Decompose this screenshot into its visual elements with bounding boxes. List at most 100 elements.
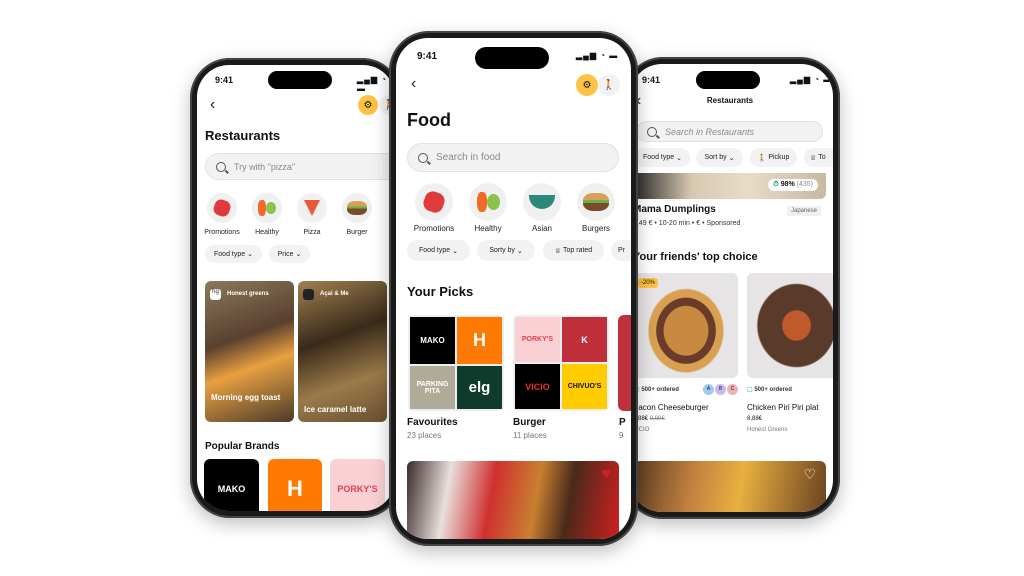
scooter-icon[interactable]: ⚙ xyxy=(358,95,378,115)
search-input[interactable]: Search in Restaurants xyxy=(636,121,823,142)
chip-sort-by[interactable]: Sorty by ⌄ xyxy=(477,240,535,261)
brand-tile: CHIVUO'S xyxy=(562,364,607,409)
pizza-icon[interactable] xyxy=(297,193,327,223)
category-label: Burgers xyxy=(581,224,610,233)
left-screen: 9:41 ▂▄▆ ◔ ▬ ‹ ⚙ 🚶 Restaurants Try with … xyxy=(197,65,395,511)
status-time: 9:41 xyxy=(417,51,438,62)
pick-title[interactable]: Favourites xyxy=(407,417,458,428)
status-time: 9:41 xyxy=(215,75,234,85)
chip-pickup[interactable]: 🚶 Pickup xyxy=(750,148,797,167)
heart-icon[interactable]: ♥ xyxy=(602,466,612,484)
search-icon xyxy=(647,126,657,137)
restaurant-banner[interactable]: ♡ xyxy=(634,461,826,512)
cuisine-tag: Japanese xyxy=(787,206,822,216)
chip-top-rated[interactable]: ♕ Top rated xyxy=(543,240,604,261)
pick-title[interactable]: Burger xyxy=(513,417,546,428)
avocado-juice-icon[interactable] xyxy=(469,183,507,221)
restaurant-image[interactable]: ⏱ 98% (435) xyxy=(634,173,826,199)
chip-top-rated[interactable]: ♕ To xyxy=(804,148,833,167)
chip-label: Top rated xyxy=(563,247,593,254)
status-time: 9:41 xyxy=(642,75,661,85)
item-store: Honest Greens xyxy=(747,427,788,433)
rating: 98% xyxy=(780,181,795,188)
chip-label: Food type xyxy=(214,250,246,258)
category-label: Promotions xyxy=(413,224,455,233)
avatar: B xyxy=(715,384,726,395)
pick-count: 9 xyxy=(619,431,624,440)
chip-label: Food type xyxy=(643,154,675,161)
card-title: Morning egg toast xyxy=(211,393,281,402)
search-placeholder: Search in Restaurants xyxy=(665,126,755,137)
chip-sort-by[interactable]: Sort by ⌄ xyxy=(696,148,743,167)
promo-card[interactable]: hg Honest greens Morning egg toast xyxy=(205,281,294,422)
burger-icon[interactable] xyxy=(577,183,615,221)
heart-icon[interactable]: ♡ xyxy=(803,466,816,483)
walker-icon: 🚶 xyxy=(757,154,767,162)
back-chevron-icon[interactable]: ‹ xyxy=(411,76,416,92)
restaurant-name[interactable]: Mama Dumplings xyxy=(633,204,716,215)
pick-title[interactable]: P xyxy=(619,417,626,428)
search-input[interactable]: Try with "pizza" xyxy=(205,153,395,180)
right-phone: 9:41 ▂▄▆ ◔ ▬ ‹ Restaurants Search in Res… xyxy=(623,57,840,519)
friend-avatars: A B C xyxy=(703,384,738,395)
brand-tile: PORKY'S xyxy=(515,317,560,362)
chip-label: Pr xyxy=(618,247,625,254)
brand-tile: K xyxy=(562,317,607,362)
chip-label: To xyxy=(818,154,826,161)
category-label: Burger xyxy=(346,229,368,236)
brand-tile-porkys[interactable]: PORKY'S xyxy=(330,459,385,511)
dynamic-island xyxy=(268,71,332,89)
dynamic-island xyxy=(696,71,760,89)
restaurant-info: 1,49 € • 10-20 min • € • Sponsored xyxy=(633,220,741,227)
card-brand: Honest greens xyxy=(227,291,269,297)
brand-tile: PARKING PITA xyxy=(410,366,455,409)
pick-count: 23 places xyxy=(407,431,442,440)
scooter-icon[interactable]: ⚙ xyxy=(576,74,598,96)
center-screen: 9:41 ▂▄▆ ◔ ▬ ‹ ⚙ 🚶 Food Search in food P… xyxy=(396,38,631,539)
ramen-bowl-icon[interactable] xyxy=(523,183,561,221)
ordered-count: ▢ 500+ ordered xyxy=(634,386,679,393)
card-title: Ice caramel latte xyxy=(304,405,367,414)
crown-icon: ♕ xyxy=(554,247,562,255)
chip-price[interactable]: Price ⌄ xyxy=(269,245,310,263)
brand-tile: H xyxy=(457,317,502,364)
center-phone: 9:41 ▂▄▆ ◔ ▬ ‹ ⚙ 🚶 Food Search in food P… xyxy=(389,31,638,546)
chip-label: Food type xyxy=(419,247,451,254)
brand-tile-mako[interactable]: MAKO xyxy=(204,459,259,511)
food-card-image[interactable]: -20% xyxy=(634,273,738,378)
brand-logo xyxy=(303,289,314,300)
category-label: Promotions xyxy=(204,229,240,236)
pick-collage-burger[interactable]: PORKY'S K VICIO CHIVUO'S xyxy=(513,315,609,411)
item-name[interactable]: Bacon Cheeseburger xyxy=(633,403,709,412)
walker-icon[interactable]: 🚶 xyxy=(598,74,620,96)
bag-icon: ▢ xyxy=(747,387,753,393)
rating-badge: ⏱ 98% (435) xyxy=(768,179,818,191)
food-card-image[interactable] xyxy=(747,273,833,378)
promo-card[interactable]: Açai & Me Ice caramel latte xyxy=(298,281,387,422)
dynamic-island xyxy=(475,47,549,69)
page-title: Restaurants xyxy=(205,128,281,143)
search-input[interactable]: Search in food xyxy=(407,143,619,172)
brand-tile-h[interactable]: H xyxy=(268,459,322,511)
restaurant-banner[interactable]: ♥ xyxy=(407,461,619,539)
promo-tag-icon[interactable] xyxy=(207,193,237,223)
search-icon xyxy=(216,161,226,172)
chip-food-type[interactable]: Food type ⌄ xyxy=(407,240,470,261)
discount-badge: -20% xyxy=(638,278,659,288)
section-title: Popular Brands xyxy=(205,441,280,452)
promo-tag-icon[interactable] xyxy=(415,183,453,221)
pick-collage-partial[interactable] xyxy=(618,315,631,411)
item-name[interactable]: Chicken Piri Piri plat xyxy=(747,403,819,412)
avocado-juice-icon[interactable] xyxy=(252,193,282,223)
chip-food-type[interactable]: Food type ⌄ xyxy=(635,148,690,167)
chip-label: Price xyxy=(277,250,294,258)
burger-icon[interactable] xyxy=(342,193,372,223)
pick-count: 11 places xyxy=(513,431,547,440)
pick-collage-favourites[interactable]: MAKO H PARKING PITA elg xyxy=(408,315,504,411)
card-brand: Açai & Me xyxy=(320,291,349,297)
chip-price[interactable]: Pr xyxy=(611,240,631,261)
chip-food-type[interactable]: Food type ⌄ xyxy=(205,245,262,263)
timer-icon: ⏱ xyxy=(773,181,779,188)
back-chevron-icon[interactable]: ‹ xyxy=(210,97,215,113)
search-placeholder: Search in food xyxy=(436,152,501,163)
